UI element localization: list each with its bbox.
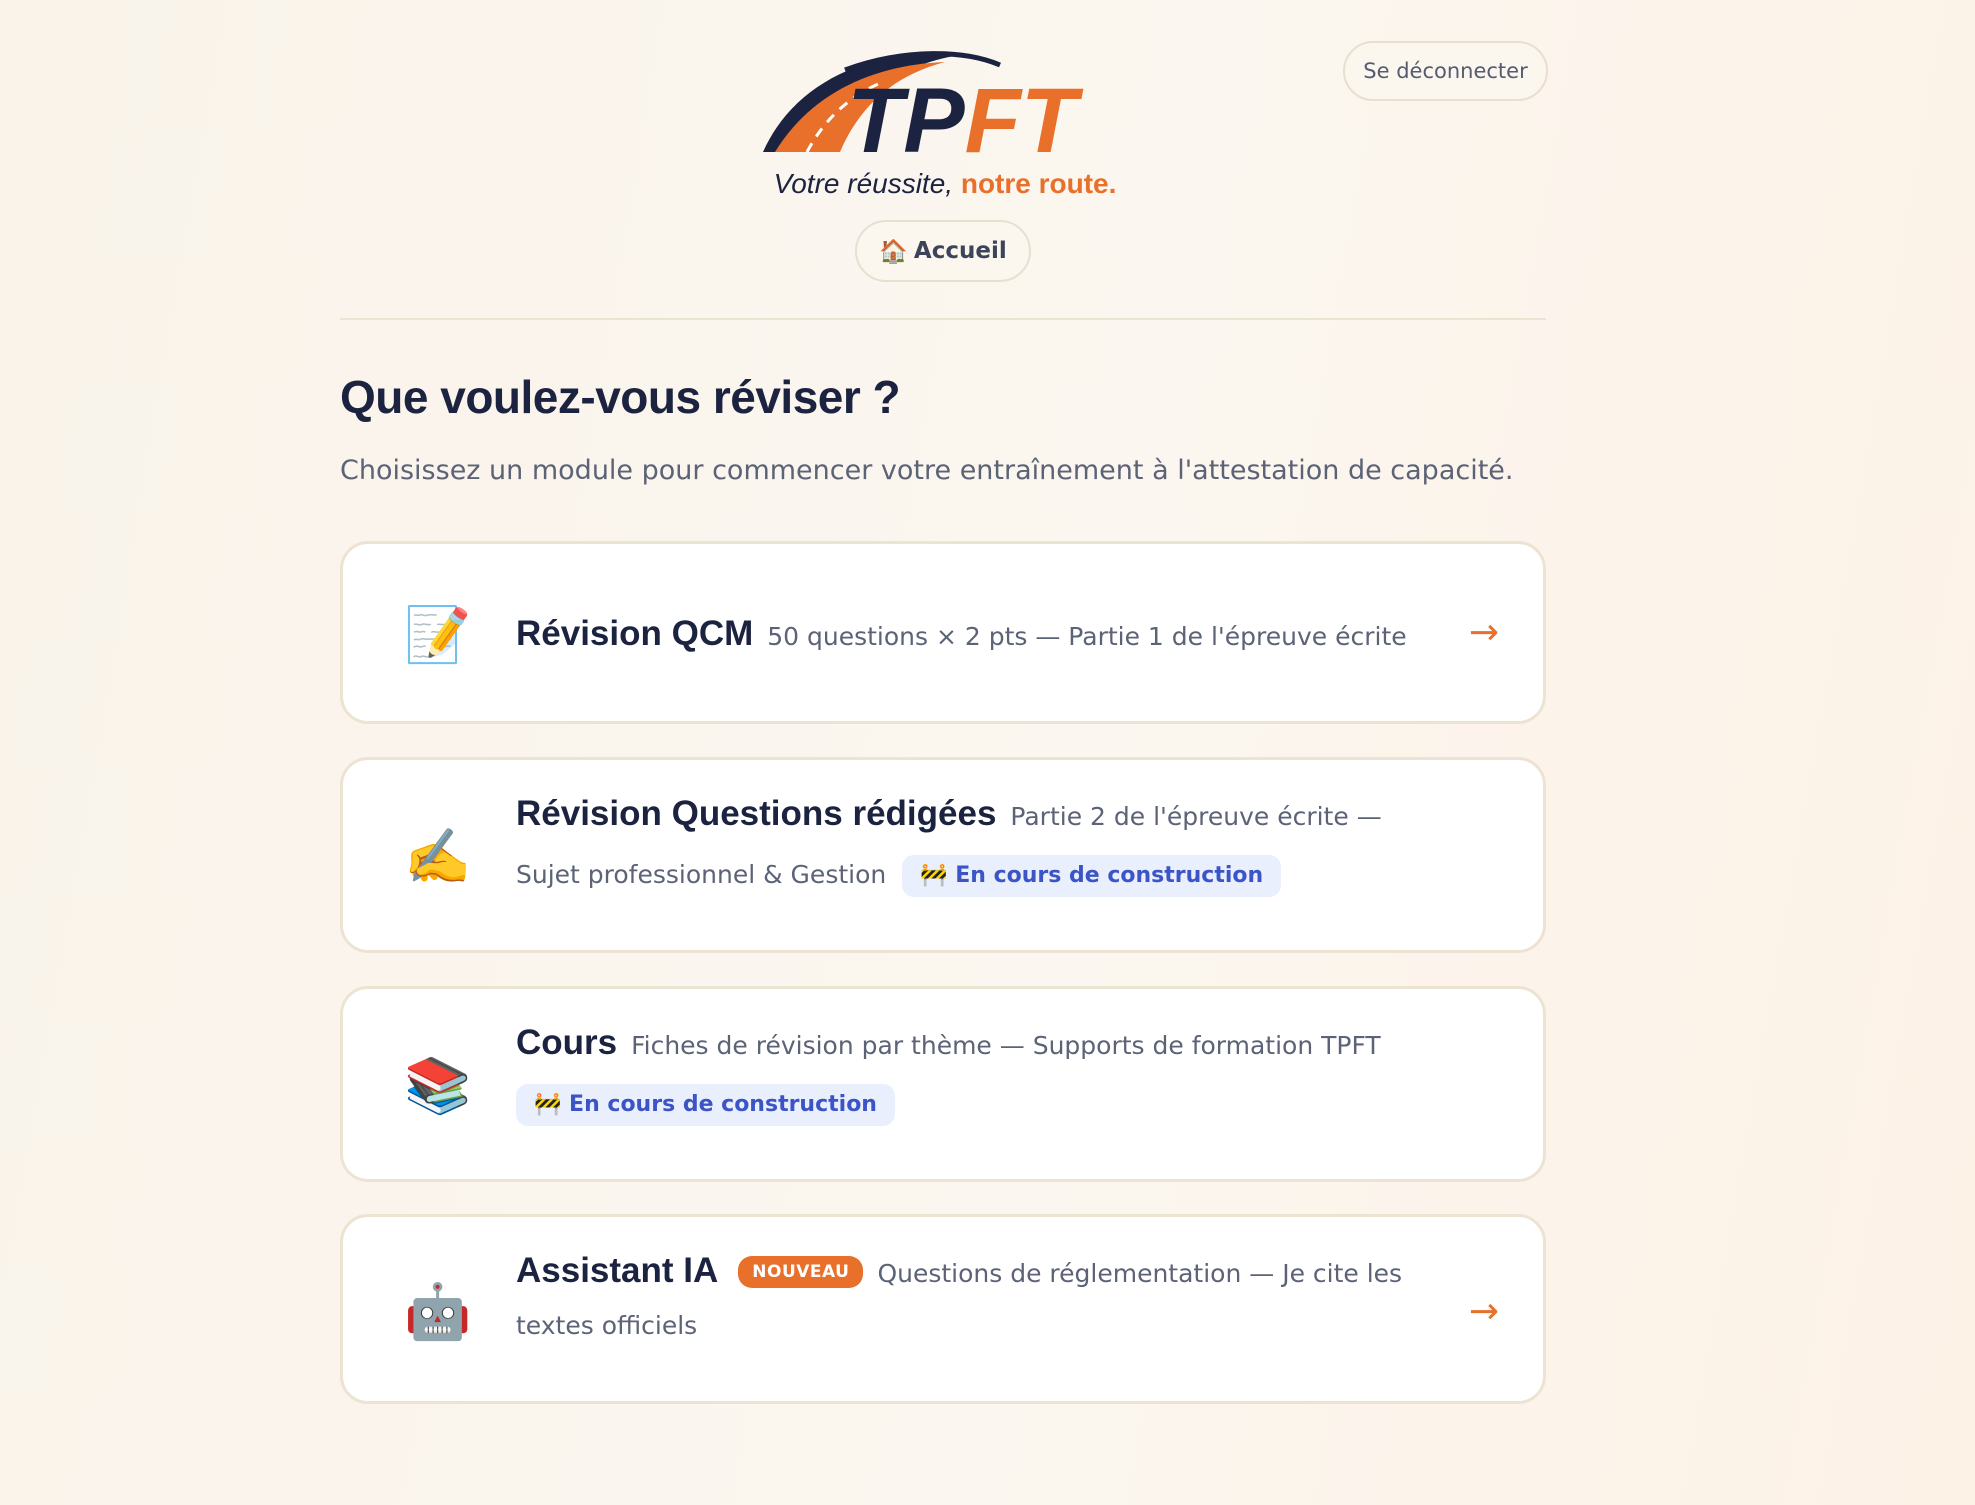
logo[interactable]: TPFT Votre réussite, notre route. xyxy=(755,40,1135,210)
page-subtitle: Choisissez un module pour commencer votr… xyxy=(340,455,1514,486)
logo-wordmark: TPFT xyxy=(847,70,1084,170)
construction-badge: 🚧 En cours de construction xyxy=(902,855,1282,897)
books-icon: 📚 xyxy=(404,1054,472,1117)
module-description: 50 questions × 2 pts — Partie 1 de l'épr… xyxy=(767,622,1407,651)
module-title: Révision QCM xyxy=(516,614,754,653)
home-icon: 🏠 xyxy=(879,238,908,265)
logout-button[interactable]: Se déconnecter xyxy=(1343,41,1548,101)
home-label: Accueil xyxy=(913,238,1007,264)
module-title: Cours xyxy=(516,1023,618,1062)
robot-icon: 🤖 xyxy=(404,1280,472,1343)
header-divider xyxy=(340,318,1546,320)
construction-badge: 🚧 En cours de construction xyxy=(516,1084,895,1126)
tagline: Votre réussite, notre route. xyxy=(755,168,1135,200)
module-card-cours[interactable]: 📚 Cours Fiches de révision par thème — S… xyxy=(340,986,1546,1182)
arrow-right-icon: → xyxy=(1468,1291,1499,1332)
module-card-qcm[interactable]: 📝 Révision QCM 50 questions × 2 pts — Pa… xyxy=(340,541,1546,724)
module-title: Révision Questions rédigées xyxy=(516,794,997,833)
module-card-body: Révision QCM 50 questions × 2 pts — Part… xyxy=(516,605,1443,666)
new-badge: NOUVEAU xyxy=(738,1256,864,1288)
module-title: Assistant IA xyxy=(516,1251,719,1290)
module-card-body: Révision Questions rédigées Partie 2 de … xyxy=(516,785,1443,904)
tagline-main: Votre réussite, xyxy=(773,168,954,199)
module-card-assistant-ia[interactable]: 🤖 Assistant IA NOUVEAU Questions de régle… xyxy=(340,1214,1546,1404)
module-card-body: Assistant IA NOUVEAU Questions de régleme… xyxy=(516,1245,1443,1352)
module-card-questions-redigees[interactable]: ✍️ Révision Questions rédigées Partie 2 … xyxy=(340,757,1546,953)
home-button[interactable]: 🏠 Accueil xyxy=(855,220,1031,282)
tpft-logo-mark: TPFT xyxy=(763,51,1084,170)
tagline-accent: notre route. xyxy=(960,168,1117,199)
module-card-body: Cours Fiches de révision par thème — Sup… xyxy=(516,1014,1443,1133)
module-description: Fiches de révision par thème — Supports … xyxy=(631,1031,1381,1060)
page: Se déconnecter TPFT Votre réussite, notr… xyxy=(0,0,1975,1505)
memo-icon: 📝 xyxy=(404,603,472,666)
arrow-right-icon: → xyxy=(1468,612,1499,653)
page-title: Que voulez-vous réviser ? xyxy=(340,371,901,423)
writing-hand-icon: ✍️ xyxy=(404,825,472,888)
